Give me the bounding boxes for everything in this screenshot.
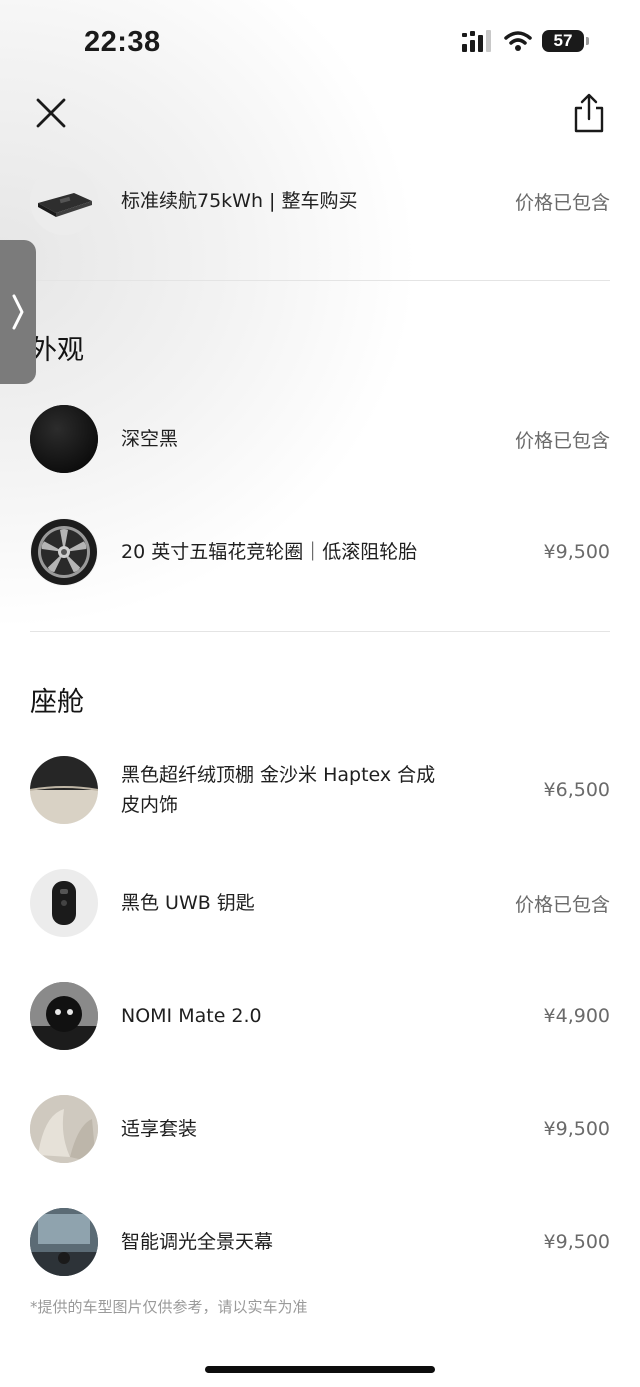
sunroof-price: ¥9,500 — [543, 1231, 610, 1253]
divider — [30, 280, 610, 281]
seat-image — [30, 1095, 98, 1163]
key-price: 价格已包含 — [514, 893, 610, 916]
exterior-item-paint[interactable]: 深空黑 价格已包含 — [30, 404, 610, 474]
interior-material-image — [30, 756, 98, 824]
cellular-signal-icon — [462, 30, 491, 52]
side-drawer-tab[interactable] — [0, 240, 36, 384]
cabin-item-sunroof[interactable]: 智能调光全景天幕 ¥9,500 — [30, 1207, 610, 1277]
comfort-pack-thumbnail — [30, 1095, 98, 1163]
comfort-pack-price: ¥9,500 — [543, 1118, 610, 1140]
nomi-robot-image — [30, 982, 98, 1050]
cabin-item-nomi[interactable]: NOMI Mate 2.0 ¥4,900 — [30, 981, 610, 1051]
comfort-pack-label: 适享套装 — [121, 1118, 198, 1140]
cabin-item-interior[interactable]: 黑色超纤绒顶棚 金沙米 Haptex 合成皮内饰 ¥6,500 — [30, 755, 610, 825]
key-fob-image — [52, 881, 76, 925]
exterior-section-title: 外观 — [30, 335, 84, 366]
interior-price: ¥6,500 — [543, 779, 610, 801]
chevron-right-icon — [12, 294, 24, 330]
cabin-section-title: 座舱 — [30, 687, 84, 718]
close-icon — [36, 98, 66, 128]
interior-label: 黑色超纤绒顶棚 金沙米 Haptex 合成皮内饰 — [121, 764, 436, 816]
share-button[interactable] — [570, 92, 608, 134]
paint-swatch — [30, 405, 98, 473]
cabin-item-comfort-pack[interactable]: 适享套装 ¥9,500 — [30, 1094, 610, 1164]
nomi-thumbnail — [30, 982, 98, 1050]
disclaimer-label: *提供的车型图片仅供参考，请以实车为准 — [30, 1298, 308, 1316]
sunroof-thumbnail — [30, 1208, 98, 1276]
config-summary: 标准续航75kWh | 整车购买 价格已包含 外观 深空黑 价格已包含 20 英… — [0, 0, 640, 1387]
share-icon — [574, 93, 604, 133]
top-bar — [0, 90, 640, 140]
wheel-thumbnail — [30, 518, 98, 586]
battery-pack-thumbnail — [30, 167, 98, 235]
sunroof-label: 智能调光全景天幕 — [121, 1231, 274, 1253]
key-thumbnail — [30, 869, 98, 937]
battery-pack-image — [30, 167, 98, 235]
battery-pack-price: 价格已包含 — [514, 191, 610, 214]
exterior-item-wheels[interactable]: 20 英寸五辐花竞轮圈｜低滚阻轮胎 ¥9,500 — [30, 517, 610, 587]
key-label: 黑色 UWB 钥匙 — [121, 892, 255, 914]
home-indicator[interactable] — [205, 1366, 435, 1373]
status-icons: 57 — [462, 30, 589, 52]
nomi-label: NOMI Mate 2.0 — [121, 1005, 262, 1027]
interior-thumbnail — [30, 756, 98, 824]
close-button[interactable] — [32, 94, 70, 132]
battery-pack-label: 标准续航75kWh | 整车购买 — [121, 190, 358, 212]
divider — [30, 631, 610, 632]
status-bar: 22:38 57 — [0, 0, 640, 90]
paint-label: 深空黑 — [121, 428, 179, 450]
wifi-icon — [504, 31, 532, 51]
sunroof-image — [30, 1208, 98, 1276]
wheel-image — [31, 519, 97, 585]
disclaimer-text: *提供的车型图片仅供参考，请以实车为准 — [30, 1298, 550, 1318]
paint-price: 价格已包含 — [514, 429, 610, 452]
battery-indicator: 57 — [542, 30, 589, 52]
wheel-label: 20 英寸五辐花竞轮圈｜低滚阻轮胎 — [121, 541, 418, 563]
cabin-item-key[interactable]: 黑色 UWB 钥匙 价格已包含 — [30, 868, 610, 938]
paint-swatch-image — [30, 405, 98, 473]
nomi-price: ¥4,900 — [543, 1005, 610, 1027]
status-time: 22:38 — [84, 26, 161, 58]
battery-pack-row[interactable]: 标准续航75kWh | 整车购买 价格已包含 — [30, 166, 610, 236]
wheel-price: ¥9,500 — [543, 541, 610, 563]
